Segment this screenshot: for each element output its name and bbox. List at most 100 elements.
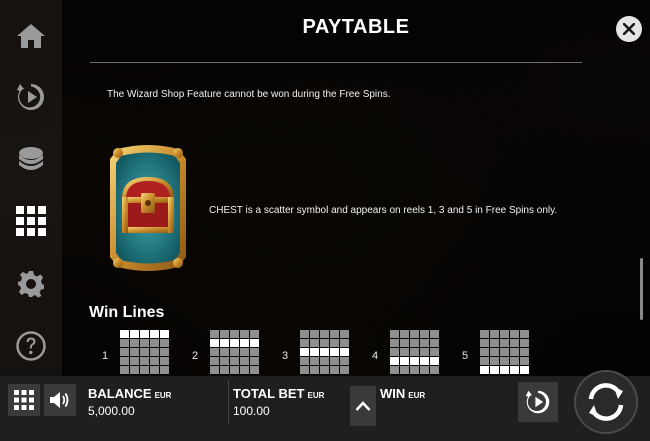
win-line-cell [400, 366, 409, 374]
win-line-cell [410, 330, 419, 338]
win-line-cell [500, 339, 509, 347]
win-line-cell [210, 366, 219, 374]
win-line-cell-active [300, 348, 309, 356]
win-line-cell-active [480, 366, 489, 374]
menu-button[interactable] [8, 384, 40, 416]
win-line-cell [150, 348, 159, 356]
sound-button[interactable] [44, 384, 76, 416]
win-line-cell [230, 366, 239, 374]
win-line-cell [310, 366, 319, 374]
chevron-up-icon [355, 401, 371, 411]
win-line-number: 1 [102, 350, 109, 362]
win-line-cell [150, 339, 159, 347]
win-line-cell [160, 348, 169, 356]
wizard-shop-note: The Wizard Shop Feature cannot be won du… [107, 89, 391, 100]
win-line-cell [160, 366, 169, 374]
separator [228, 380, 229, 424]
win-line-cell [330, 366, 339, 374]
win-line-cell [420, 348, 429, 356]
win-section: WIN EUR [380, 376, 510, 426]
win-line-cell [160, 339, 169, 347]
win-line-cell [330, 357, 339, 365]
bet-adjust-button[interactable] [350, 386, 376, 426]
win-line-cell [520, 348, 529, 356]
win-line-cell [150, 366, 159, 374]
win-line-cell-active [320, 348, 329, 356]
help-icon [16, 331, 46, 361]
win-line-cell-active [210, 339, 219, 347]
win-line-cell [500, 357, 509, 365]
win-line-cell [490, 339, 499, 347]
close-button[interactable] [616, 16, 642, 42]
nav-paytable[interactable] [0, 201, 62, 241]
win-line-cell [240, 366, 249, 374]
win-line-cell [400, 330, 409, 338]
win-line-cell [420, 339, 429, 347]
win-line-number: 3 [282, 350, 289, 362]
win-line-cell [120, 357, 129, 365]
nav-home[interactable] [0, 16, 62, 56]
win-line-number: 2 [192, 350, 199, 362]
win-line-cell [490, 357, 499, 365]
win-label: WIN EUR [380, 386, 426, 401]
balance-currency: EUR [154, 391, 172, 400]
win-line-cell [210, 330, 219, 338]
win-line-cell [330, 330, 339, 338]
coins-icon [19, 147, 43, 170]
total-bet-section: TOTAL BET EUR 100.00 [233, 376, 348, 426]
win-line-number: 5 [462, 350, 469, 362]
total-bet-currency: EUR [307, 391, 325, 400]
win-line-cell [340, 339, 349, 347]
win-line-cell [210, 348, 219, 356]
nav-help[interactable] [0, 326, 62, 366]
nav-coins[interactable] [0, 139, 62, 179]
win-line-cell [430, 339, 439, 347]
win-line-cell [240, 330, 249, 338]
spin-button[interactable] [574, 370, 638, 434]
autoplay-button[interactable] [518, 382, 558, 422]
win-line-cell [240, 357, 249, 365]
panel-scrollbar[interactable] [640, 258, 643, 320]
win-line-cell [480, 330, 489, 338]
win-line-cell-active [140, 330, 149, 338]
balance-section: BALANCE EUR 5,000.00 [88, 376, 226, 426]
win-line-cell [430, 348, 439, 356]
win-line-cell-active [130, 330, 139, 338]
page-title: PAYTABLE [302, 16, 410, 38]
win-line-cell [300, 366, 309, 374]
win-line-cell [430, 366, 439, 374]
win-line-cell [400, 348, 409, 356]
win-line-cell [140, 339, 149, 347]
spin-arrows-icon [588, 383, 624, 421]
win-line-grid [120, 330, 169, 374]
win-line-cell [130, 357, 139, 365]
win-line-cell [140, 366, 149, 374]
balance-label: BALANCE EUR [88, 386, 172, 401]
win-line-cell [340, 357, 349, 365]
win-line-cell [340, 330, 349, 338]
win-line-cell [480, 357, 489, 365]
chest-scatter-symbol-icon [110, 145, 186, 271]
win-line-cell [320, 330, 329, 338]
speaker-icon [50, 392, 69, 408]
win-line-cell [520, 339, 529, 347]
win-line-cell [150, 357, 159, 365]
win-line-cell [130, 339, 139, 347]
win-line-cell-active [410, 357, 419, 365]
win-line-cell [500, 330, 509, 338]
win-line-cell [520, 330, 529, 338]
nav-replay[interactable] [0, 77, 62, 117]
win-line-cell [120, 348, 129, 356]
win-line-cell-active [420, 357, 429, 365]
win-line-cell [250, 366, 259, 374]
win-line-cell [300, 339, 309, 347]
win-line-cell [310, 357, 319, 365]
win-line-cell [410, 366, 419, 374]
win-line-cell-active [250, 339, 259, 347]
win-line-cell [120, 339, 129, 347]
win-line-cell-active [490, 366, 499, 374]
win-line-grid [480, 330, 529, 374]
nav-settings[interactable] [0, 264, 62, 304]
win-line-cell [230, 357, 239, 365]
win-line-cell [420, 366, 429, 374]
